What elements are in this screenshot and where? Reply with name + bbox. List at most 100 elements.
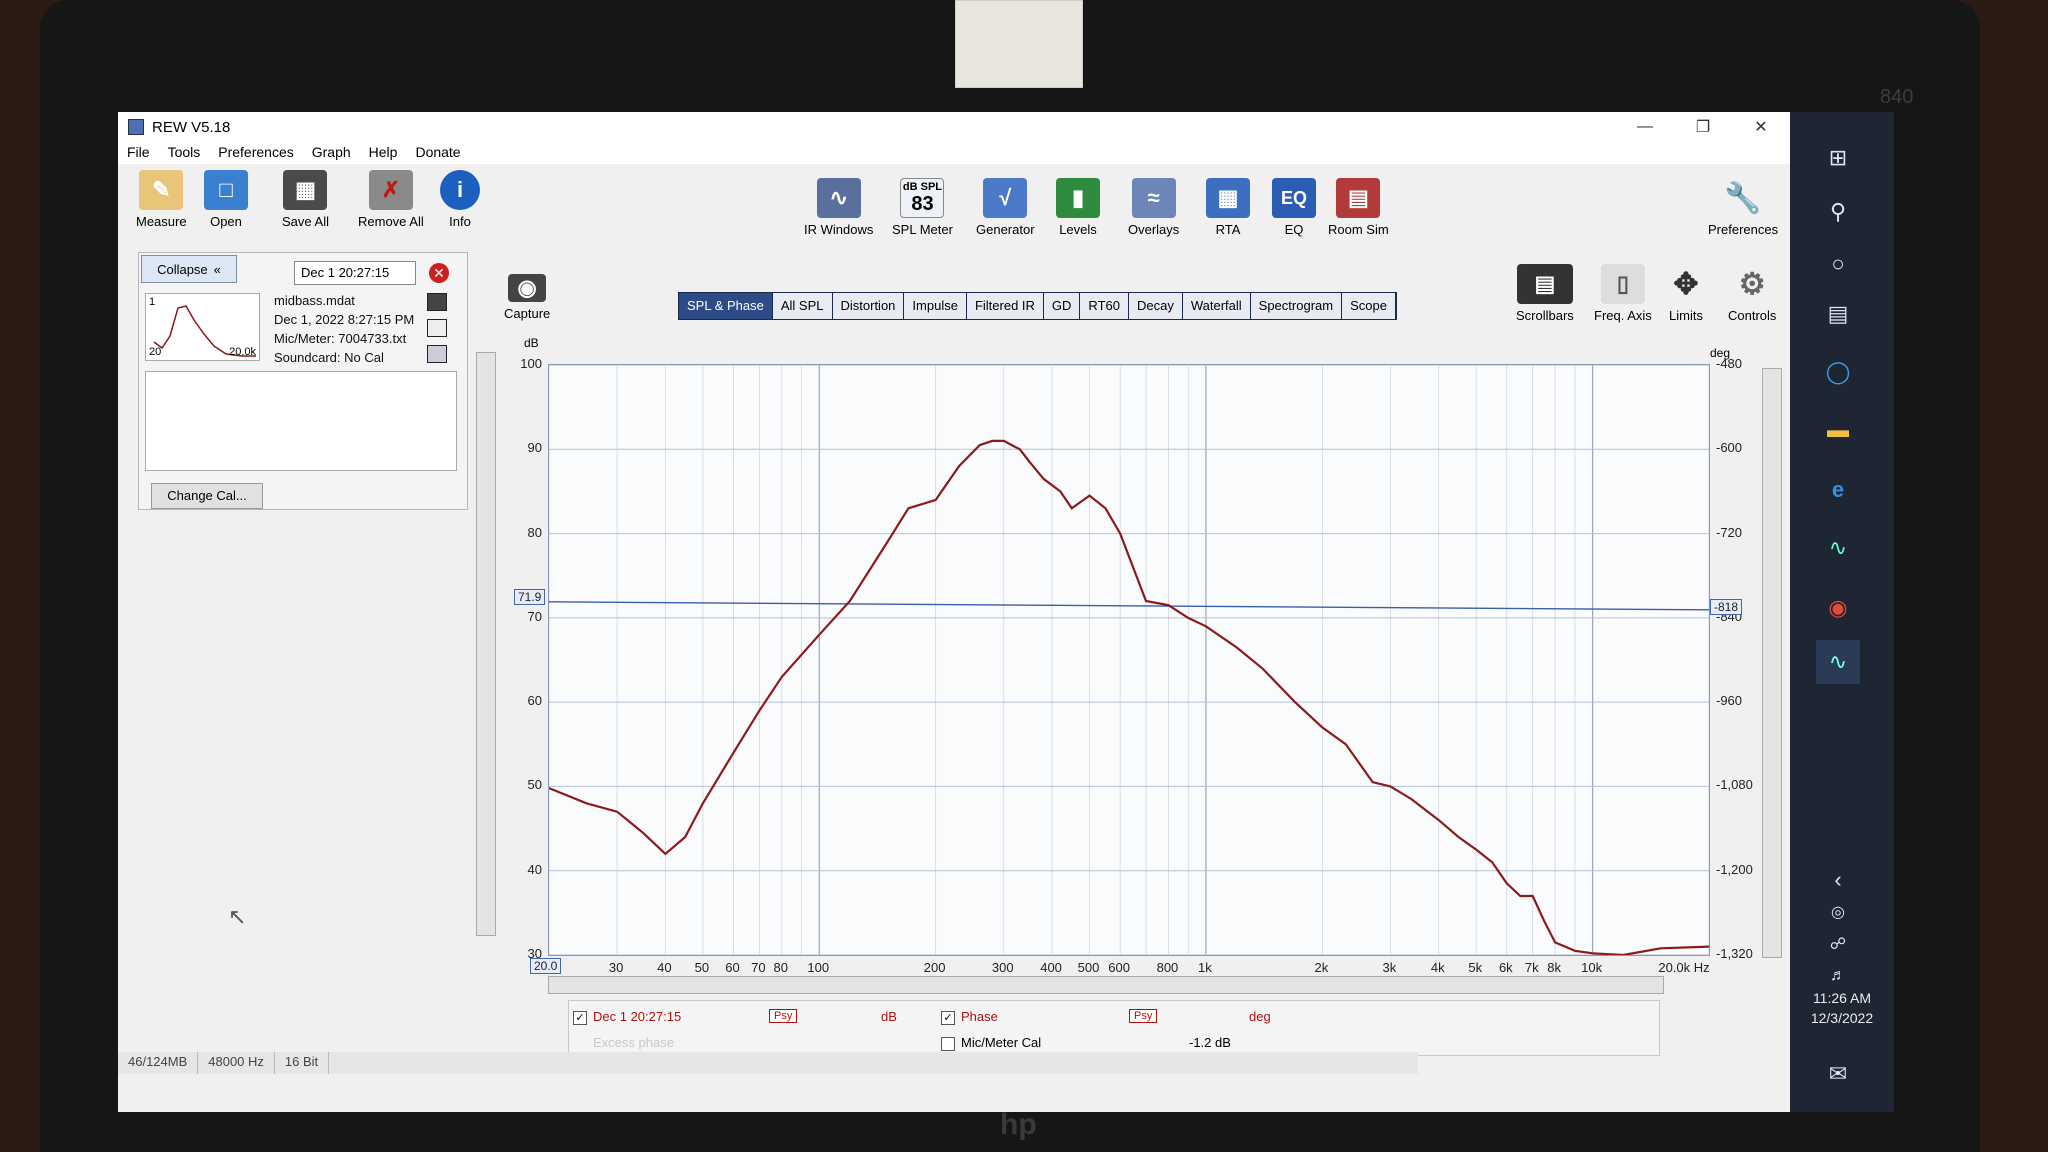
tab-distortion[interactable]: Distortion bbox=[832, 293, 905, 319]
rew-taskbar-icon[interactable]: ∿ bbox=[1816, 640, 1860, 684]
file-explorer-icon[interactable]: ▬ bbox=[1816, 408, 1860, 452]
menu-help[interactable]: Help bbox=[360, 142, 407, 164]
menu-donate[interactable]: Donate bbox=[406, 142, 469, 164]
search-icon[interactable]: ⚲ bbox=[1816, 190, 1860, 234]
x-tick-label: 1k bbox=[1198, 960, 1212, 975]
measurement-thumbnail[interactable]: 1 20 20.0k bbox=[145, 293, 260, 361]
open-button[interactable]: □ Open bbox=[204, 170, 248, 229]
x-tick-label: 80 bbox=[773, 960, 789, 975]
info-icon: i bbox=[440, 170, 480, 210]
rta-icon: ▦ bbox=[1206, 178, 1250, 218]
x-tick-label: 10k bbox=[1581, 960, 1603, 975]
save-measurement-icon[interactable] bbox=[427, 293, 447, 311]
measurement-notes-area[interactable] bbox=[145, 371, 457, 471]
tab-all-spl[interactable]: All SPL bbox=[772, 293, 833, 319]
measurement-checkbox[interactable]: ✓ bbox=[573, 1010, 587, 1025]
left-vertical-scrollbar[interactable] bbox=[476, 352, 496, 936]
collapse-button[interactable]: Collapse « bbox=[141, 255, 237, 283]
ir-windows-button[interactable]: ∿ IR Windows bbox=[804, 178, 873, 237]
menu-tools[interactable]: Tools bbox=[159, 142, 210, 164]
rta-button[interactable]: ▦ RTA bbox=[1206, 178, 1250, 237]
collapse-chevron-icon: « bbox=[213, 261, 221, 277]
save-icon: ▦ bbox=[283, 170, 328, 210]
internet-explorer-icon[interactable]: e bbox=[1816, 468, 1860, 512]
tab-spl-phase[interactable]: SPL & Phase bbox=[679, 293, 773, 319]
overlays-icon: ≈ bbox=[1131, 178, 1176, 218]
measure-button[interactable]: ✎ Measure bbox=[136, 170, 187, 229]
tab-waterfall[interactable]: Waterfall bbox=[1182, 293, 1251, 319]
windows-start-icon[interactable]: ⊞ bbox=[1816, 136, 1860, 180]
scrollbars-button[interactable]: ▤ Scrollbars bbox=[1516, 264, 1574, 323]
info-button[interactable]: i Info bbox=[440, 170, 480, 229]
x-tick-label: 4k bbox=[1430, 960, 1445, 975]
eq-button[interactable]: EQ EQ bbox=[1272, 178, 1316, 237]
info-label: Info bbox=[449, 214, 471, 229]
right-vertical-scrollbar[interactable] bbox=[1762, 368, 1782, 958]
tab-decay[interactable]: Decay bbox=[1128, 293, 1183, 319]
preferences-label: Preferences bbox=[1708, 222, 1779, 237]
edit-notes-icon[interactable] bbox=[427, 319, 447, 337]
room-sim-icon: ▤ bbox=[1336, 178, 1381, 218]
limits-icon: ✥ bbox=[1673, 267, 1699, 301]
remove-all-button[interactable]: ✗ Remove All bbox=[358, 170, 424, 229]
minimize-button[interactable]: — bbox=[1616, 112, 1674, 142]
cortana-icon[interactable]: ○ bbox=[1816, 242, 1860, 286]
notifications-icon[interactable]: ✉ bbox=[1816, 1052, 1860, 1096]
spl-badge-value: 83 bbox=[911, 193, 934, 215]
preferences-button[interactable]: 🔧 Preferences bbox=[1708, 178, 1779, 238]
tab-rt60[interactable]: RT60 bbox=[1080, 293, 1129, 319]
clock-date[interactable]: 12/3/2022 bbox=[1790, 1010, 1894, 1026]
phase-checkbox[interactable]: ✓ bbox=[941, 1010, 955, 1025]
save-all-button[interactable]: ▦ Save All bbox=[282, 170, 329, 229]
clock-time[interactable]: 11:26 AM bbox=[1790, 990, 1894, 1006]
tab-gd[interactable]: GD bbox=[1043, 293, 1081, 319]
y2-tick-label: -1,320 bbox=[1716, 946, 1753, 961]
psy-toggle-spl[interactable]: Psy bbox=[769, 1009, 798, 1023]
menu-file[interactable]: File bbox=[118, 142, 159, 164]
edge-icon[interactable]: ◯ bbox=[1816, 350, 1860, 394]
tab-impulse[interactable]: Impulse bbox=[904, 293, 967, 319]
room-sim-button[interactable]: ▤ Room Sim bbox=[1328, 178, 1389, 237]
capture-button[interactable]: ◉ Capture bbox=[504, 274, 550, 321]
x-tick-label: 800 bbox=[1156, 960, 1179, 975]
mic-cal-checkbox[interactable] bbox=[941, 1036, 955, 1051]
room-sim-label: Room Sim bbox=[1328, 222, 1389, 237]
psy-toggle-phase[interactable]: Psy bbox=[1129, 1009, 1158, 1023]
horizontal-scrollbar[interactable] bbox=[548, 976, 1664, 994]
x-tick-label: 8k bbox=[1547, 960, 1561, 975]
pulse-app-icon[interactable]: ∿ bbox=[1816, 526, 1860, 570]
generator-button[interactable]: √ Generator bbox=[976, 178, 1035, 237]
restore-button[interactable]: ❐ bbox=[1674, 112, 1732, 142]
tab-filtered-ir[interactable]: Filtered IR bbox=[966, 293, 1044, 319]
tab-spectrogram[interactable]: Spectrogram bbox=[1250, 293, 1343, 319]
measurement-info: midbass.mdat Dec 1, 2022 8:27:15 PM Mic/… bbox=[274, 291, 414, 367]
change-cal-button[interactable]: Change Cal... bbox=[151, 483, 263, 509]
chrome-icon[interactable]: ◉ bbox=[1816, 586, 1860, 630]
thumb-xmax: 20.0k bbox=[229, 346, 256, 358]
remove-all-label: Remove All bbox=[358, 214, 424, 229]
levels-button[interactable]: ▮ Levels bbox=[1056, 178, 1100, 237]
measurement-mic: Mic/Meter: 7004733.txt bbox=[274, 331, 407, 346]
spl-graph[interactable] bbox=[548, 364, 1710, 957]
measurement-name-field[interactable]: Dec 1 20:27:15 bbox=[294, 261, 416, 285]
camera-icon: ◉ bbox=[508, 274, 547, 302]
x-tick-label: 400 bbox=[1040, 960, 1062, 975]
remove-measurement-icon[interactable]: ✕ bbox=[429, 263, 449, 283]
freq-axis-label: Freq. Axis bbox=[1594, 308, 1652, 323]
graph-tabs: SPL & Phase All SPL Distortion Impulse F… bbox=[678, 292, 1397, 320]
freq-axis-button[interactable]: ▯ Freq. Axis bbox=[1594, 264, 1652, 323]
menu-preferences[interactable]: Preferences bbox=[209, 142, 302, 164]
notes-icon[interactable] bbox=[427, 345, 447, 363]
close-button[interactable]: ✕ bbox=[1732, 112, 1790, 142]
controls-button[interactable]: ⚙ Controls bbox=[1728, 264, 1776, 324]
legend-deg-unit: deg bbox=[1249, 1009, 1271, 1024]
limits-button[interactable]: ✥ Limits bbox=[1664, 264, 1708, 324]
spl-meter-button[interactable]: dB SPL 83 SPL Meter bbox=[892, 178, 953, 237]
task-view-icon[interactable]: ▤ bbox=[1816, 292, 1860, 336]
x-tick-label: 70 bbox=[751, 960, 766, 975]
tab-scope[interactable]: Scope bbox=[1342, 293, 1396, 319]
measure-label: Measure bbox=[136, 214, 187, 229]
measurement-actions bbox=[427, 293, 447, 363]
overlays-button[interactable]: ≈ Overlays bbox=[1128, 178, 1179, 237]
menu-graph[interactable]: Graph bbox=[303, 142, 360, 164]
